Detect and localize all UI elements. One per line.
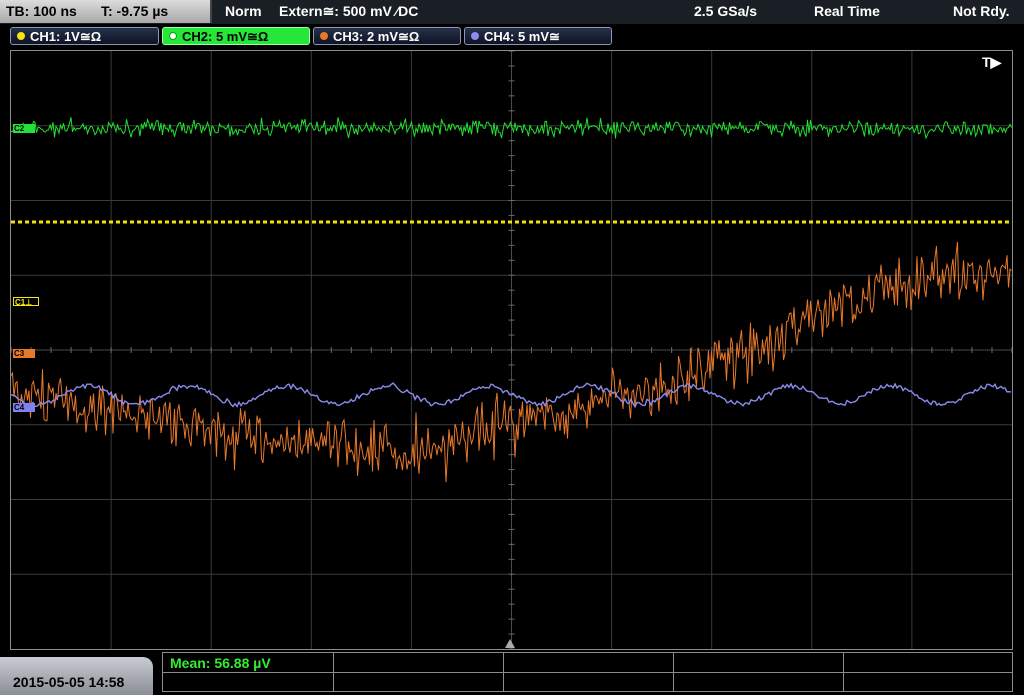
status-bar: TB: 100 ns T: -9.75 µs Norm Extern≅: 500… <box>0 0 1024 24</box>
acquisition-status: Not Rdy. <box>953 3 1010 19</box>
ch1-color-dot <box>17 32 25 40</box>
date-time-panel: 2015-05-05 14:58 <box>0 657 153 695</box>
ch2-trace <box>11 117 1012 140</box>
measurement-column-separator <box>333 653 334 691</box>
trigger-position-indicator[interactable]: T▶ <box>982 54 1001 71</box>
ch4-label: CH4: 5 mV≅ <box>484 29 560 44</box>
ch3-offset-marker[interactable]: C3 <box>13 349 35 358</box>
measurement-column-separator <box>843 653 844 691</box>
measurement-column-separator <box>503 653 504 691</box>
trigger-mode[interactable]: Norm <box>225 3 262 19</box>
ch4-color-dot <box>471 32 479 40</box>
ch2-label: CH2: 5 mV≅Ω <box>182 29 269 44</box>
ch4-offset-marker[interactable]: C4 <box>13 403 35 412</box>
date-time: 2015-05-05 14:58 <box>13 674 125 690</box>
measurement-column-separator <box>673 653 674 691</box>
ch1-offset-marker[interactable]: C1⊥ <box>13 297 39 307</box>
ch1-label: CH1: 1V≅Ω <box>30 29 102 44</box>
waveform-traces <box>11 117 1012 483</box>
acquisition-mode[interactable]: Real Time <box>814 3 880 19</box>
channel-tab-ch1[interactable]: CH1: 1V≅Ω <box>10 27 159 45</box>
ch3-label: CH3: 2 mV≅Ω <box>333 29 420 44</box>
channel-tab-ch3[interactable]: CH3: 2 mV≅Ω <box>313 27 461 45</box>
ch3-color-dot <box>320 32 328 40</box>
channel-bar: CH1: 1V≅Ω CH2: 5 mV≅Ω CH3: 2 mV≅Ω CH4: 5… <box>0 24 1024 48</box>
measurement-panel[interactable]: Mean: 56.88 µV <box>162 652 1013 692</box>
channel-tab-ch2[interactable]: CH2: 5 mV≅Ω <box>162 27 310 45</box>
mean-measurement: Mean: 56.88 µV <box>170 655 271 671</box>
ch2-color-dot <box>169 32 177 40</box>
trigger-time-readout: T: -9.75 µs <box>101 3 169 19</box>
timebase-panel[interactable]: TB: 100 ns T: -9.75 µs <box>0 0 212 23</box>
ch3-trace <box>11 241 1012 483</box>
sample-rate[interactable]: 2.5 GSa/s <box>694 3 757 19</box>
ch2-offset-marker[interactable]: C2 <box>13 124 35 133</box>
waveform-display[interactable]: C2 C1⊥ C3 C4 <box>10 50 1013 650</box>
trigger-point-arrow-icon[interactable] <box>505 639 515 648</box>
channel-tab-ch4[interactable]: CH4: 5 mV≅ <box>464 27 612 45</box>
trigger-source[interactable]: Extern≅: 500 mV ⁄DC <box>279 3 418 20</box>
ch4-trace <box>11 382 1012 409</box>
timebase-readout: TB: 100 ns <box>6 3 77 19</box>
measurement-divider <box>163 672 1012 673</box>
